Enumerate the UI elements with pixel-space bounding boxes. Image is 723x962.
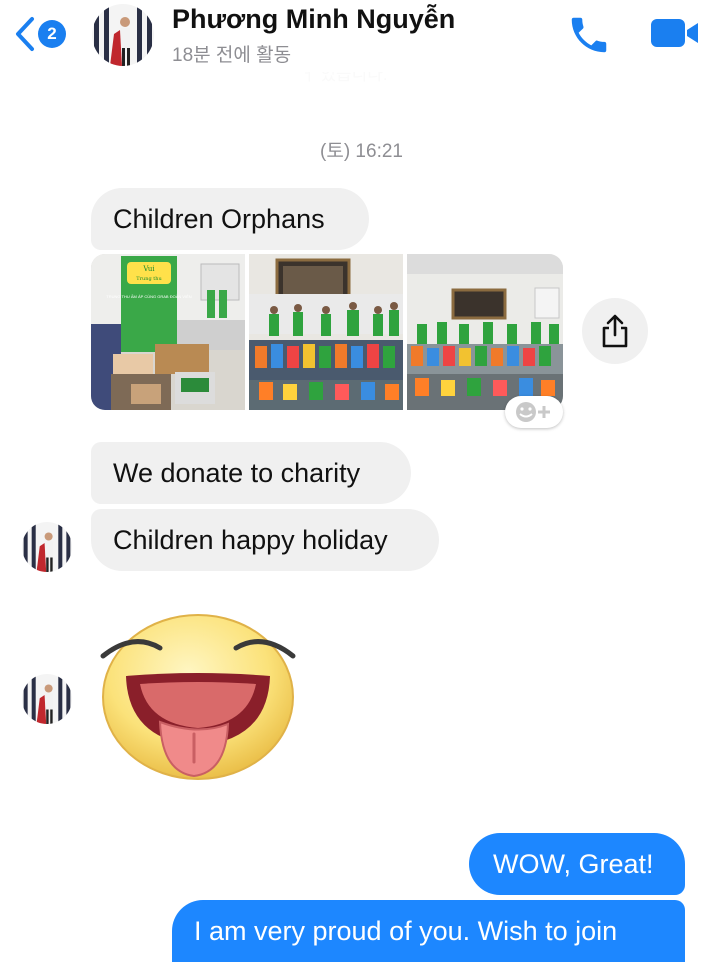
share-icon [602, 314, 628, 348]
sender-avatar[interactable] [22, 522, 72, 572]
message-text: WOW, Great! [493, 848, 654, 879]
message-text: We donate to charity [113, 457, 361, 488]
photo-attachment[interactable]: Vui Trung thu TRUNG THU ẤM ÁP CÙNG GRAB … [91, 254, 245, 410]
message-text: I am very proud of you. Wish to join [194, 915, 618, 946]
video-camera-icon [651, 19, 698, 47]
photo-attachment[interactable] [407, 254, 563, 410]
sender-avatar[interactable] [22, 674, 72, 724]
contact-name[interactable]: Phương Minh Nguyễn [172, 4, 455, 35]
add-reaction-button[interactable] [505, 396, 563, 428]
voice-call-button[interactable] [566, 12, 612, 63]
unread-badge: 2 [38, 20, 66, 48]
sticker[interactable] [98, 612, 298, 782]
message-bubble[interactable]: We donate to charity [91, 442, 411, 504]
banner-title: Vui [142, 265, 155, 273]
outgoing-message-bubble[interactable]: WOW, Great! [469, 833, 685, 895]
video-call-button[interactable] [650, 16, 700, 55]
tongue-out-sticker [100, 614, 296, 780]
photo-attachment[interactable] [249, 254, 403, 410]
banner-text: TRUNG THU ẤM ÁP CÙNG GRAB ĐOÀN VIÊN [106, 294, 192, 299]
chevron-left-icon [16, 17, 34, 51]
message-bubble[interactable]: Children Orphans [91, 188, 369, 250]
message-bubble[interactable]: Children happy holiday [91, 509, 439, 571]
banner-subtitle: Trung thu [136, 276, 162, 282]
share-button[interactable] [582, 298, 648, 364]
message-timestamp: (토) 16:21 [320, 141, 403, 162]
message-text: Children happy holiday [113, 524, 388, 555]
contact-avatar[interactable] [92, 4, 154, 66]
phone-icon [571, 17, 607, 53]
add-reaction-icon [516, 402, 550, 422]
conversation-header: 2 Phương Minh Nguyễn 18분 전에 활동 [0, 0, 723, 82]
active-status: 18분 전에 활동 [172, 45, 292, 66]
back-button[interactable]: 2 [14, 14, 66, 54]
message-text: Children Orphans [113, 203, 325, 234]
outgoing-message-bubble[interactable]: I am very proud of you. Wish to join [172, 900, 685, 962]
